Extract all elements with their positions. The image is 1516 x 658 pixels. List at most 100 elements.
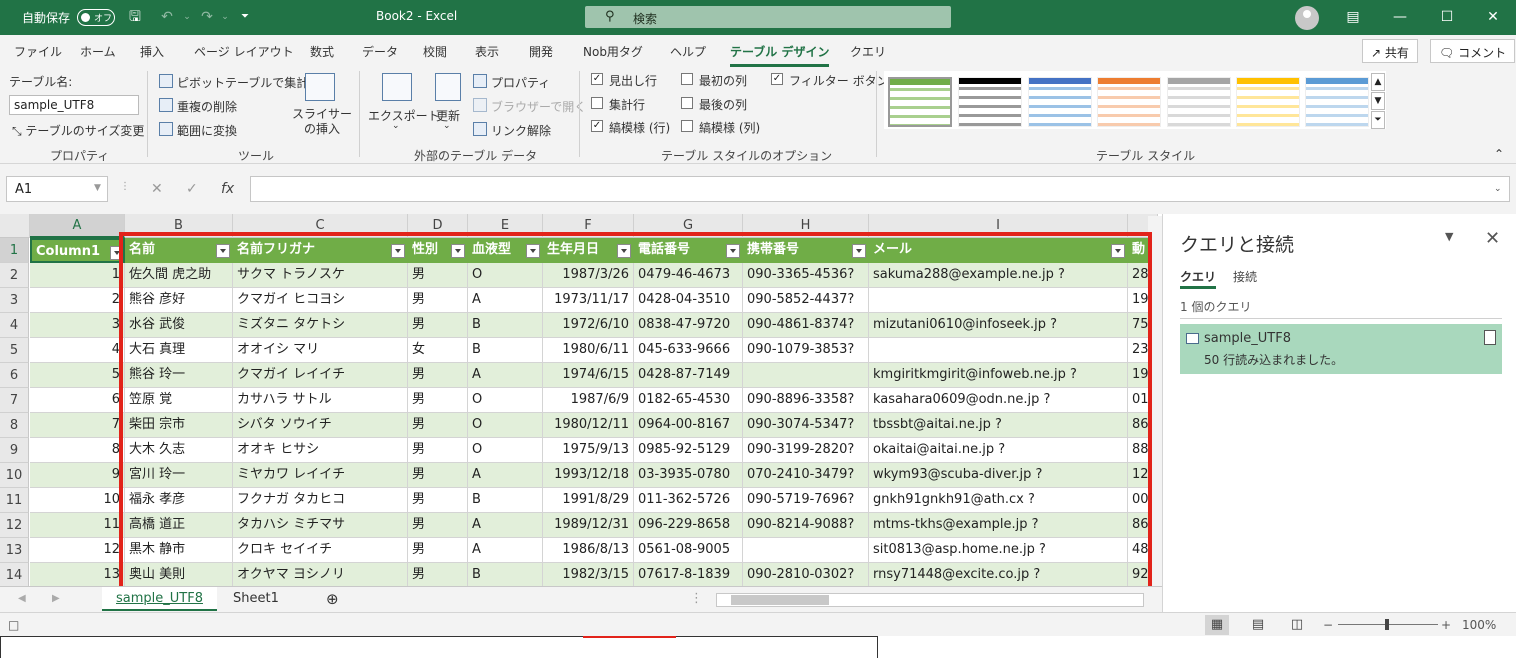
- row-header[interactable]: 13: [0, 538, 29, 563]
- tab-review[interactable]: 校閲: [423, 43, 447, 60]
- table-style-gray[interactable]: [1167, 77, 1231, 127]
- table-style-green[interactable]: [888, 77, 952, 127]
- redo-icon[interactable]: ↷: [198, 8, 216, 26]
- sheet-tab-sample-utf8[interactable]: sample_UTF8: [102, 587, 217, 611]
- table-cell[interactable]: 9: [30, 463, 125, 488]
- column-header[interactable]: A: [30, 214, 125, 238]
- tab-table-design[interactable]: テーブル デザイン: [730, 43, 830, 67]
- select-all-corner[interactable]: [0, 214, 30, 238]
- row-header[interactable]: 10: [0, 463, 29, 488]
- tab-developer[interactable]: 開発: [529, 43, 553, 60]
- resize-table-button[interactable]: ⤡ テーブルのサイズ変更: [12, 122, 144, 139]
- share-button[interactable]: ↗ 共有: [1362, 39, 1418, 63]
- tab-help[interactable]: ヘルプ: [670, 43, 706, 60]
- properties-button[interactable]: プロパティ: [491, 74, 550, 91]
- tab-file[interactable]: ファイル: [14, 43, 62, 60]
- table-cell[interactable]: 1: [30, 263, 125, 288]
- unlink-button[interactable]: リンク解除: [491, 122, 551, 139]
- expand-formula-icon[interactable]: ⌄: [1494, 184, 1502, 194]
- cancel-icon[interactable]: ✕: [151, 181, 163, 197]
- table-cell[interactable]: 10: [30, 488, 125, 513]
- first-column-checkbox[interactable]: [681, 73, 693, 85]
- row-header[interactable]: 1: [0, 238, 29, 263]
- table-cell[interactable]: 13: [30, 563, 125, 586]
- sheet-tab-sheet1[interactable]: Sheet1: [219, 587, 293, 611]
- table-cell[interactable]: 7: [30, 413, 125, 438]
- customize-qat-icon[interactable]: ⏷: [236, 8, 254, 26]
- page-break-view-icon[interactable]: ◫: [1285, 615, 1309, 635]
- row-header[interactable]: 4: [0, 313, 29, 338]
- row-header[interactable]: 11: [0, 488, 29, 513]
- redo-dropdown-icon[interactable]: ⌄: [216, 8, 234, 26]
- table-style-black[interactable]: [958, 77, 1022, 127]
- open-browser-button[interactable]: ブラウザーで開く: [491, 98, 586, 115]
- undo-dropdown-icon[interactable]: ⌄: [178, 8, 196, 26]
- export-button[interactable]: エクスポート: [368, 107, 440, 124]
- tab-formulas[interactable]: 数式: [310, 43, 334, 60]
- table-styles-gallery[interactable]: [884, 71, 1386, 129]
- zoom-in-button[interactable]: +: [1441, 618, 1451, 632]
- table-cell[interactable]: 11: [30, 513, 125, 538]
- normal-view-icon[interactable]: ▦: [1205, 615, 1229, 635]
- convert-range-button[interactable]: 範囲に変換: [177, 122, 237, 139]
- tab-insert[interactable]: 挿入: [140, 43, 164, 60]
- table-style-gold[interactable]: [1236, 77, 1300, 127]
- add-sheet-icon[interactable]: ⊕: [312, 587, 353, 611]
- table-style-lightblue[interactable]: [1305, 77, 1369, 127]
- row-header[interactable]: 9: [0, 438, 29, 463]
- search-box[interactable]: ⚲ 検索: [585, 6, 951, 28]
- insert-slicer-button[interactable]: スライサーの挿入: [290, 107, 354, 137]
- zoom-level[interactable]: 100%: [1462, 618, 1496, 632]
- banded-columns-checkbox[interactable]: [681, 120, 693, 132]
- close-icon[interactable]: ✕: [1484, 8, 1502, 26]
- formula-input[interactable]: [250, 176, 1510, 202]
- table-cell[interactable]: 3: [30, 313, 125, 338]
- table-style-blue[interactable]: [1028, 77, 1092, 127]
- tab-splitter-icon[interactable]: ⋮: [690, 587, 703, 611]
- pane-close-icon[interactable]: ✕: [1485, 228, 1500, 249]
- name-box[interactable]: A1: [6, 176, 108, 202]
- insert-function-icon[interactable]: fx: [221, 181, 234, 197]
- header-row-checkbox[interactable]: ✓: [591, 73, 603, 85]
- last-column-checkbox[interactable]: [681, 97, 693, 109]
- macro-record-icon[interactable]: □: [8, 618, 19, 632]
- tab-page-layout[interactable]: ページ レイアウト: [194, 43, 294, 60]
- styles-scroll-up-icon[interactable]: ▲: [1371, 73, 1385, 91]
- table-cell[interactable]: 12: [30, 538, 125, 563]
- autosave-toggle[interactable]: オフ: [77, 9, 115, 26]
- save-icon[interactable]: 🖫: [126, 8, 144, 26]
- table-cell[interactable]: 4: [30, 338, 125, 363]
- minimize-icon[interactable]: —: [1391, 8, 1409, 26]
- scroll-thumb[interactable]: [731, 595, 829, 605]
- horizontal-scrollbar[interactable]: [716, 593, 1144, 607]
- tab-view[interactable]: 表示: [475, 43, 499, 60]
- table-cell[interactable]: 2: [30, 288, 125, 313]
- pane-tab-connections[interactable]: 接続: [1233, 268, 1257, 285]
- collapse-ribbon-icon[interactable]: ⌃: [1494, 147, 1504, 161]
- account-avatar[interactable]: [1295, 6, 1319, 30]
- zoom-slider-knob[interactable]: [1385, 619, 1389, 630]
- tab-home[interactable]: ホーム: [80, 43, 116, 60]
- row-header[interactable]: 5: [0, 338, 29, 363]
- enter-icon[interactable]: ✓: [186, 181, 198, 197]
- row-header[interactable]: 14: [0, 563, 29, 586]
- comments-button[interactable]: 🗨 コメント: [1430, 39, 1516, 63]
- tab-data[interactable]: データ: [362, 43, 398, 60]
- page-layout-view-icon[interactable]: ▤: [1246, 615, 1270, 635]
- query-item[interactable]: sample_UTF8 50 行読み込まれました。: [1180, 324, 1502, 374]
- pane-tab-queries[interactable]: クエリ: [1180, 268, 1217, 289]
- row-header[interactable]: 7: [0, 388, 29, 413]
- refresh-query-icon[interactable]: [1484, 330, 1496, 345]
- row-header[interactable]: 2: [0, 263, 29, 288]
- zoom-out-button[interactable]: −: [1323, 618, 1333, 632]
- styles-scroll-down-icon[interactable]: ▼: [1371, 92, 1385, 110]
- ribbon-display-icon[interactable]: ▤: [1344, 8, 1362, 26]
- pane-options-icon[interactable]: ▼: [1445, 230, 1453, 243]
- total-row-checkbox[interactable]: [591, 97, 603, 109]
- row-header[interactable]: 6: [0, 363, 29, 388]
- row-header[interactable]: 8: [0, 413, 29, 438]
- prev-sheet-icon[interactable]: ◀: [18, 587, 26, 611]
- remove-duplicates-button[interactable]: 重複の削除: [177, 98, 237, 115]
- pivot-button[interactable]: ピボットテーブルで集計: [177, 74, 308, 91]
- filter-button-checkbox[interactable]: ✓: [771, 73, 783, 85]
